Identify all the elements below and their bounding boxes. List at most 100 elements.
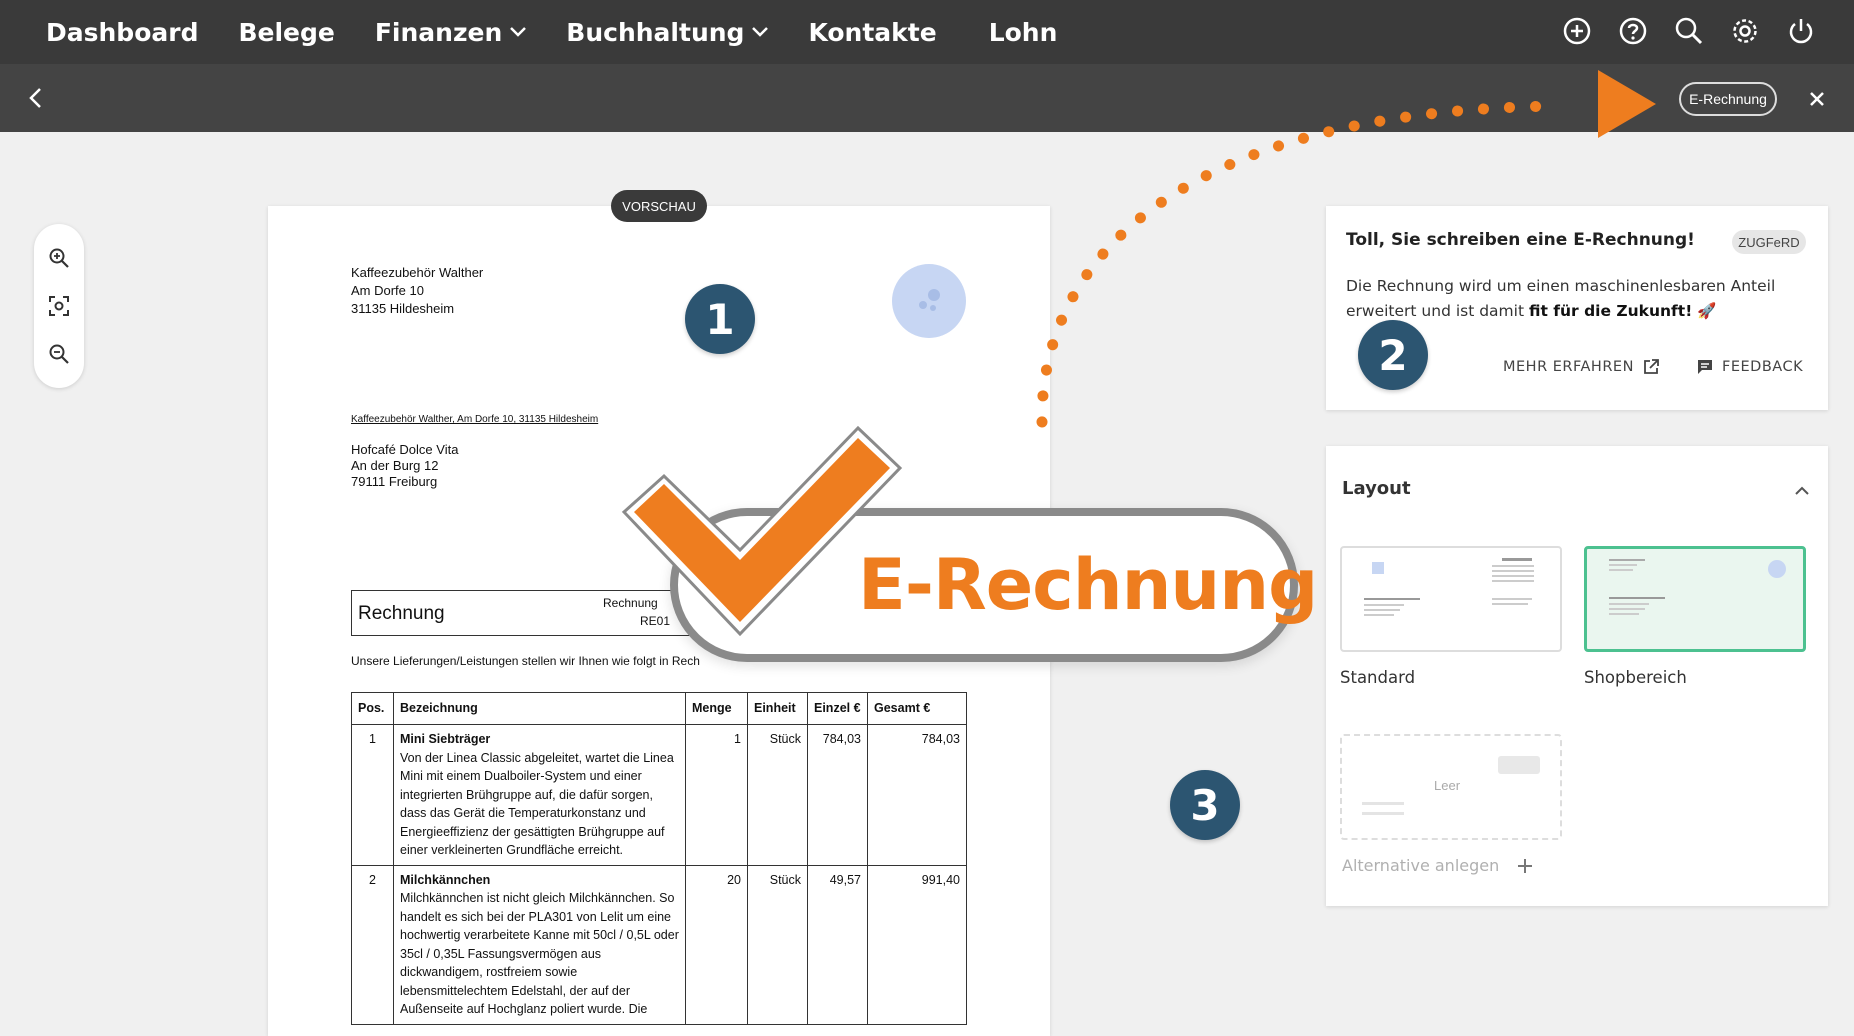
sender-line: Kaffeezubehör Walther [351,265,484,280]
layout-option-label: Standard [1340,668,1416,687]
row-total: 784,03 [867,724,967,866]
step-badge-number: 1 [705,294,735,344]
row-qty: 1 [685,724,748,866]
feedback-label: FEEDBACK [1722,359,1804,375]
plus-icon [1518,858,1533,873]
step-badge-1: 1 [685,284,755,354]
row-pos: 1 [351,724,394,866]
step-badge-3: 3 [1170,770,1240,840]
layout-option-standard[interactable] [1340,546,1562,652]
return-address-line: Kaffeezubehör Walther, Am Dorfe 10, 3113… [351,414,599,425]
nav-belege-label: Belege [238,17,335,47]
add-alternative-label: Alternative anlegen [1342,856,1500,875]
preview-badge-label: VORSCHAU [622,198,696,214]
recipient-line: Hofcafé Dolce Vita [351,442,459,457]
zoom-toolbar [34,224,84,388]
layout-option-label: Shopbereich [1584,668,1687,687]
row-description: Milchkännchen Milchkännchen ist nicht gl… [393,864,686,1025]
zugferd-tag-label: ZUGFeRD [1738,234,1800,250]
sender-line: 31135 Hildesheim [351,301,455,316]
learn-more-link[interactable]: MEHR ERFAHREN [1503,358,1660,376]
collapse-button[interactable] [1792,480,1812,500]
power-icon[interactable] [1784,14,1818,48]
layout-thumbnail [1609,559,1786,615]
plus-circle-icon[interactable] [1560,14,1594,48]
learn-more-label: MEHR ERFAHREN [1503,359,1634,375]
feedback-icon [1698,360,1712,374]
coffee-beans-icon [919,289,940,311]
feedback-button[interactable]: FEEDBACK [1696,358,1803,376]
recipient-address: Hofcafé Dolce Vita An der Burg 12 79111 … [351,442,458,490]
e-rechnung-toggle-label: E-Rechnung [1689,91,1767,107]
e-rechnung-toggle-button[interactable]: E-Rechnung [1679,82,1777,116]
gear-icon[interactable] [1728,14,1762,48]
company-logo [892,264,966,338]
row-item-desc: Von der Linea Classic abgeleitet, wartet… [400,750,674,858]
nav-finanzen[interactable]: Finanzen [374,17,527,47]
zugferd-tag: ZUGFeRD [1732,230,1806,254]
column-header: Menge [685,692,748,725]
rocket-icon: 🚀 [1692,302,1717,320]
column-header: Bezeichnung [393,692,686,725]
info-body-emphasis: fit für die Zukunft! [1528,302,1693,320]
table-row: 2 Milchkännchen Milchkännchen ist nicht … [351,864,967,1025]
document-toolbar [0,64,1854,132]
row-description: Mini Siebträger Von der Linea Classic ab… [393,724,686,866]
nav-lohn-label: Lohn [988,17,1058,47]
step-badge-number: 3 [1190,780,1220,830]
row-total: 991,40 [867,864,967,1025]
column-header: Einzel € [807,692,868,725]
top-navigation: Dashboard Belege Finanzen Buchhaltung Ko… [0,0,1854,64]
chevron-down-icon [752,27,769,37]
placeholder-line [1362,802,1404,805]
close-icon [1810,92,1824,106]
row-qty: 20 [685,864,748,1025]
nav-belege[interactable]: Belege [238,18,334,47]
layout-option-empty[interactable]: Leer [1340,734,1562,840]
column-header: Gesamt € [867,692,967,725]
nav-buchhaltung[interactable]: Buchhaltung [566,17,769,47]
layout-option-shopbereich[interactable] [1584,546,1806,652]
table-row: 1 Mini Siebträger Von der Linea Classic … [351,724,967,866]
chevron-up-icon [1795,486,1809,495]
search-icon[interactable] [1672,14,1706,48]
row-price: 784,03 [807,724,868,866]
column-header: Einheit [747,692,808,725]
sender-line: Am Dorfe 10 [351,283,424,298]
sender-address: Kaffeezubehör Walther Am Dorfe 10 31135 … [351,264,483,318]
layout-thumbnail [1364,558,1534,616]
zoom-out-icon [49,344,69,364]
recipient-line: 79111 Freiburg [351,474,438,489]
chevron-down-icon [510,27,527,37]
checkmark-icon [621,425,903,637]
external-link-icon [1644,359,1659,374]
step-badge-number: 2 [1378,330,1408,380]
back-button[interactable] [22,84,50,112]
nav-lohn[interactable]: Lohn [989,18,1058,47]
nav-buchhaltung-label: Buchhaltung [566,17,745,47]
layout-card: Layout Standard Shopbereich Leer Alterna… [1326,446,1828,906]
chevron-left-icon [29,88,41,108]
placeholder-line [1362,812,1404,815]
placeholder-block [1498,756,1540,774]
nav-finanzen-label: Finanzen [374,17,503,47]
nav-actions [1560,14,1818,48]
row-pos: 2 [351,864,394,1025]
row-price: 49,57 [807,864,868,1025]
fit-to-screen-button[interactable] [47,294,71,318]
row-item-name: Milchkännchen [400,872,491,887]
nav-dashboard[interactable]: Dashboard [46,18,198,47]
nav-kontakte[interactable]: Kontakte [808,18,936,47]
preview-badge: VORSCHAU [611,190,707,222]
add-alternative-button[interactable]: Alternative anlegen [1342,856,1533,875]
help-icon[interactable] [1616,14,1650,48]
fit-screen-icon [49,296,69,316]
zoom-in-button[interactable] [47,246,71,270]
step-badge-2: 2 [1358,320,1428,390]
column-header: Pos. [351,692,394,725]
row-unit: Stück [747,864,808,1025]
close-button[interactable] [1804,86,1830,112]
table-header-row: Pos. Bezeichnung Menge Einheit Einzel € … [351,692,967,725]
nav-dashboard-label: Dashboard [46,17,199,47]
zoom-out-button[interactable] [47,342,71,366]
